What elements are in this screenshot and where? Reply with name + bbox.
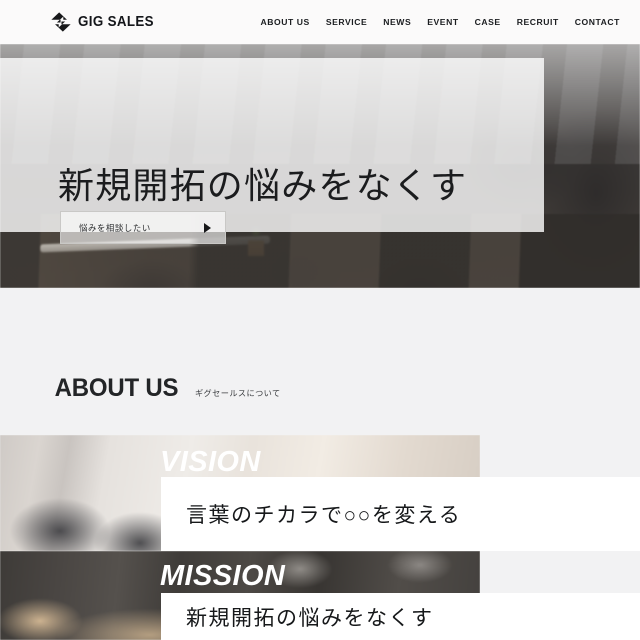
page-root: GIG SALES ABOUT US SERVICE NEWS EVENT CA… bbox=[0, 0, 640, 640]
vision-label: VISION bbox=[160, 446, 261, 478]
about-title: ABOUT US bbox=[54, 374, 179, 402]
site-header: GIG SALES ABOUT US SERVICE NEWS EVENT CA… bbox=[0, 0, 640, 44]
hero-title: 新規開拓の悩みをなくす bbox=[58, 166, 468, 207]
mission-label: MISSION bbox=[160, 560, 286, 592]
brand-name: GIG SALES bbox=[78, 14, 154, 30]
about-heading: ABOUT US ギグセールスについて bbox=[52, 374, 281, 403]
nav-item-service[interactable]: SERVICE bbox=[318, 13, 375, 31]
hero-cta-button[interactable]: 悩みを相談したい bbox=[60, 211, 226, 244]
brand-logo-link[interactable]: GIG SALES bbox=[50, 11, 161, 33]
mission-card-text: 新規開拓の悩みをなくす bbox=[186, 605, 434, 630]
about-subtitle: ギグセールスについて bbox=[194, 389, 281, 398]
play-triangle-icon bbox=[204, 222, 211, 233]
hero-section: 新規開拓の悩みをなくす 悩みを相談したい bbox=[0, 44, 640, 288]
mission-card: 新規開拓の悩みをなくす bbox=[161, 593, 640, 640]
vision-card: 言葉のチカラで○○を変える bbox=[161, 477, 640, 551]
hero-cta-label: 悩みを相談したい bbox=[79, 222, 151, 233]
nav-item-case[interactable]: CASE bbox=[467, 13, 509, 31]
nav-item-about-us[interactable]: ABOUT US bbox=[253, 13, 318, 31]
nav-item-news[interactable]: NEWS bbox=[375, 13, 419, 31]
nav-item-event[interactable]: EVENT bbox=[419, 13, 466, 31]
nav-item-contact[interactable]: CONTACT bbox=[567, 13, 628, 31]
nav-item-recruit[interactable]: RECRUIT bbox=[509, 13, 567, 31]
vision-card-text: 言葉のチカラで○○を変える bbox=[186, 503, 462, 527]
main-nav: ABOUT US SERVICE NEWS EVENT CASE RECRUIT… bbox=[253, 0, 628, 44]
gig-sales-logo-icon bbox=[50, 11, 72, 33]
